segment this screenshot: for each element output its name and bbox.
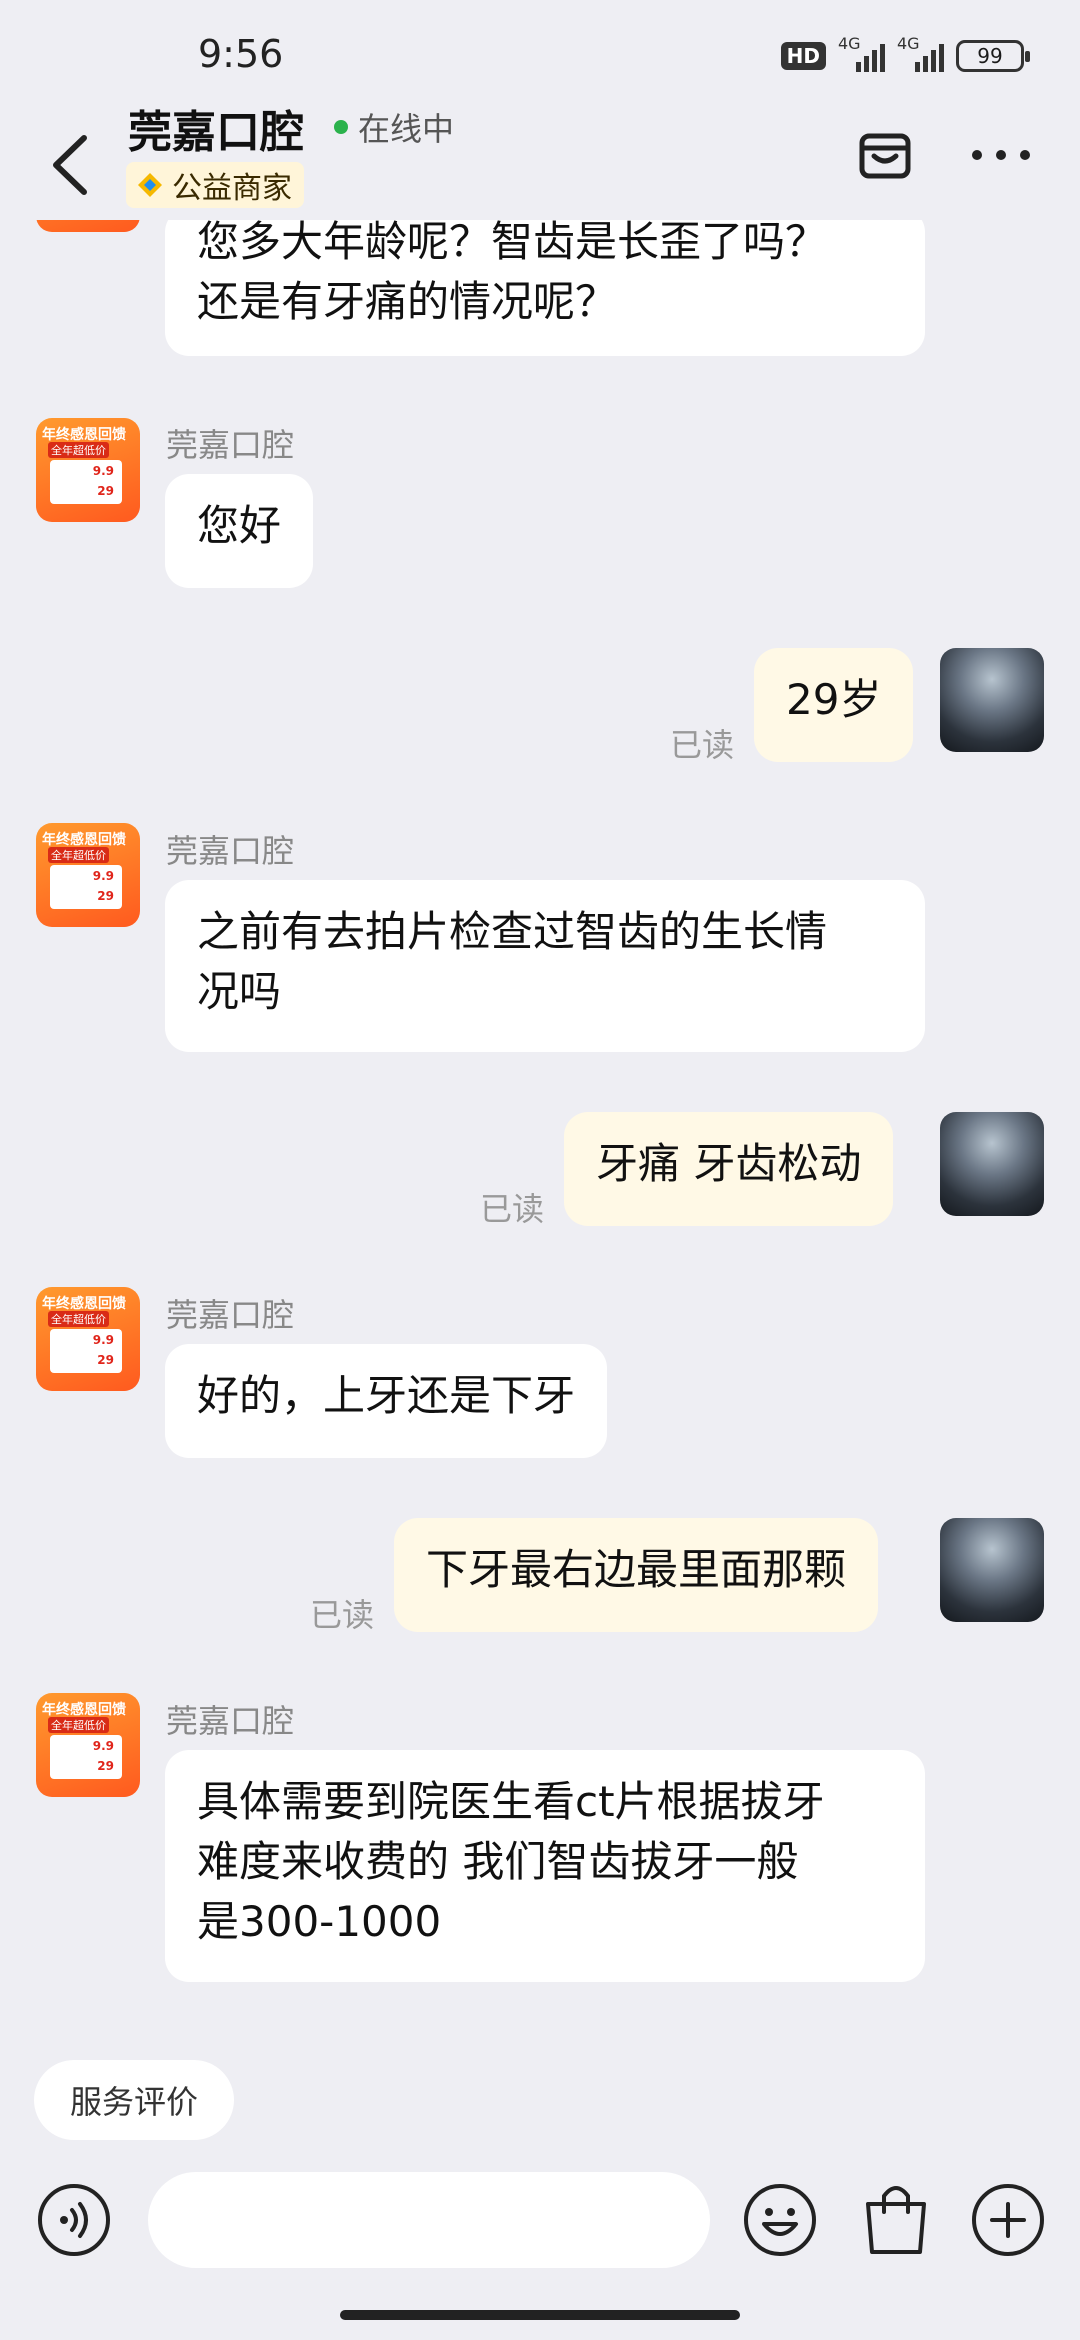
message-line: 还是有牙痛的情况呢？	[197, 277, 618, 326]
message-line: 难度来收费的 我们智齿拔牙一般	[197, 1837, 799, 1886]
avatar-promo-subtext: 全年超低价	[48, 1717, 109, 1733]
avatar-promo-subtext: 全年超低价	[48, 442, 109, 458]
message-line: 是300-1000	[197, 1897, 442, 1946]
online-status-label: 在线中	[358, 110, 455, 148]
read-status: 已读	[670, 726, 735, 764]
message-line: 况吗	[197, 967, 282, 1016]
chat-header: 莞嘉口腔 在线中 公益商家	[0, 90, 1080, 220]
message-bubble-mine[interactable]: 29岁	[754, 648, 914, 762]
network-type-label: 4G	[838, 34, 861, 53]
message-line: 您好	[197, 501, 282, 550]
read-status: 已读	[480, 1190, 545, 1228]
user-avatar[interactable]	[940, 648, 1044, 752]
avatar-price: 9.9	[92, 464, 114, 478]
battery-icon: 99	[956, 40, 1030, 72]
chat-area: 您多大年龄呢？智齿是长歪了吗？ 还是有牙痛的情况呢？ 年终感恩回馈 全年超低价 …	[0, 0, 1080, 2150]
service-rating-button[interactable]: 服务评价	[34, 2060, 235, 2140]
avatar-price: 29	[97, 1353, 114, 1367]
home-indicator[interactable]	[340, 2310, 740, 2320]
avatar-promo-text: 年终感恩回馈	[42, 1296, 126, 1312]
message-line: 具体需要到院医生看ct片根据拔牙	[197, 1777, 825, 1826]
shop-avatar[interactable]: 年终感恩回馈 全年超低价 9.9 29	[36, 823, 140, 927]
more-options-icon[interactable]	[972, 150, 1030, 160]
avatar-price: 29	[97, 484, 114, 498]
avatar-price: 29	[97, 889, 114, 903]
message-bubble-shop[interactable]: 您多大年龄呢？智齿是长歪了吗？ 还是有牙痛的情况呢？	[165, 208, 925, 356]
message-line: 之前有去拍片检查过智齿的生长情	[197, 907, 828, 956]
avatar-price: 9.9	[92, 1739, 114, 1753]
network-type-label: 4G	[897, 34, 920, 53]
message-line: 牙痛 牙齿松动	[596, 1139, 862, 1188]
read-status: 已读	[310, 1596, 375, 1634]
sender-name: 莞嘉口腔	[166, 426, 295, 464]
user-avatar[interactable]	[940, 1112, 1044, 1216]
status-icons: HD 4G 4G 99	[780, 34, 1030, 72]
avatar-coupon-card: 9.9 29	[50, 1735, 122, 1779]
avatar-promo-text: 年终感恩回馈	[42, 427, 126, 443]
message-bubble-mine[interactable]: 下牙最右边最里面那颗	[394, 1518, 879, 1632]
chat-title: 莞嘉口腔	[128, 107, 304, 158]
avatar-price: 29	[97, 1759, 114, 1773]
sender-name: 莞嘉口腔	[166, 1702, 295, 1740]
user-avatar[interactable]	[940, 1518, 1044, 1622]
sender-name: 莞嘉口腔	[166, 1296, 295, 1334]
diamond-icon	[138, 173, 162, 197]
store-icon[interactable]	[856, 126, 914, 184]
message-bubble-shop[interactable]: 好的，上牙还是下牙	[165, 1344, 608, 1458]
message-line: 好的，上牙还是下牙	[197, 1371, 576, 1420]
avatar-promo-text: 年终感恩回馈	[42, 1702, 126, 1718]
avatar-price: 9.9	[92, 869, 114, 883]
message-line: 29岁	[786, 675, 882, 724]
avatar-price: 9.9	[92, 1333, 114, 1347]
avatar-coupon-card: 9.9 29	[50, 1329, 122, 1373]
back-arrow-icon[interactable]	[44, 130, 100, 200]
message-bubble-shop[interactable]: 具体需要到院医生看ct片根据拔牙 难度来收费的 我们智齿拔牙一般 是300-10…	[165, 1750, 925, 1982]
message-line: 您多大年龄呢？智齿是长歪了吗？	[197, 217, 828, 266]
avatar-promo-subtext: 全年超低价	[48, 847, 109, 863]
message-line: 下牙最右边最里面那颗	[426, 1545, 847, 1594]
shop-avatar[interactable]: 年终感恩回馈 全年超低价 9.9 29	[36, 1693, 140, 1797]
status-time: 9:56	[198, 32, 284, 76]
shop-avatar[interactable]: 年终感恩回馈 全年超低价 9.9 29	[36, 418, 140, 522]
shop-avatar[interactable]: 年终感恩回馈 全年超低价 9.9 29	[36, 1287, 140, 1391]
avatar-coupon-card: 9.9 29	[50, 865, 122, 909]
emoji-icon[interactable]	[742, 2182, 818, 2258]
message-bubble-shop[interactable]: 您好	[165, 474, 314, 588]
message-bubble-shop[interactable]: 之前有去拍片检查过智齿的生长情 况吗	[165, 880, 925, 1052]
message-input[interactable]	[148, 2172, 710, 2268]
sender-name: 莞嘉口腔	[166, 832, 295, 870]
signal-icon: 4G	[897, 34, 944, 72]
avatar-promo-subtext: 全年超低价	[48, 1311, 109, 1327]
hd-icon: HD	[780, 42, 826, 70]
avatar-coupon-card: 9.9 29	[50, 460, 122, 504]
avatar-promo-text: 年终感恩回馈	[42, 832, 126, 848]
merchant-badge[interactable]: 公益商家	[126, 162, 304, 208]
voice-icon[interactable]	[36, 2182, 112, 2258]
online-dot-icon	[334, 120, 348, 134]
message-bubble-mine[interactable]: 牙痛 牙齿松动	[564, 1112, 894, 1226]
shopping-bag-icon[interactable]	[858, 2178, 934, 2258]
online-status: 在线中	[334, 104, 454, 150]
signal-icon: 4G	[838, 34, 885, 72]
merchant-badge-label: 公益商家	[172, 171, 292, 206]
plus-icon[interactable]	[970, 2182, 1046, 2258]
